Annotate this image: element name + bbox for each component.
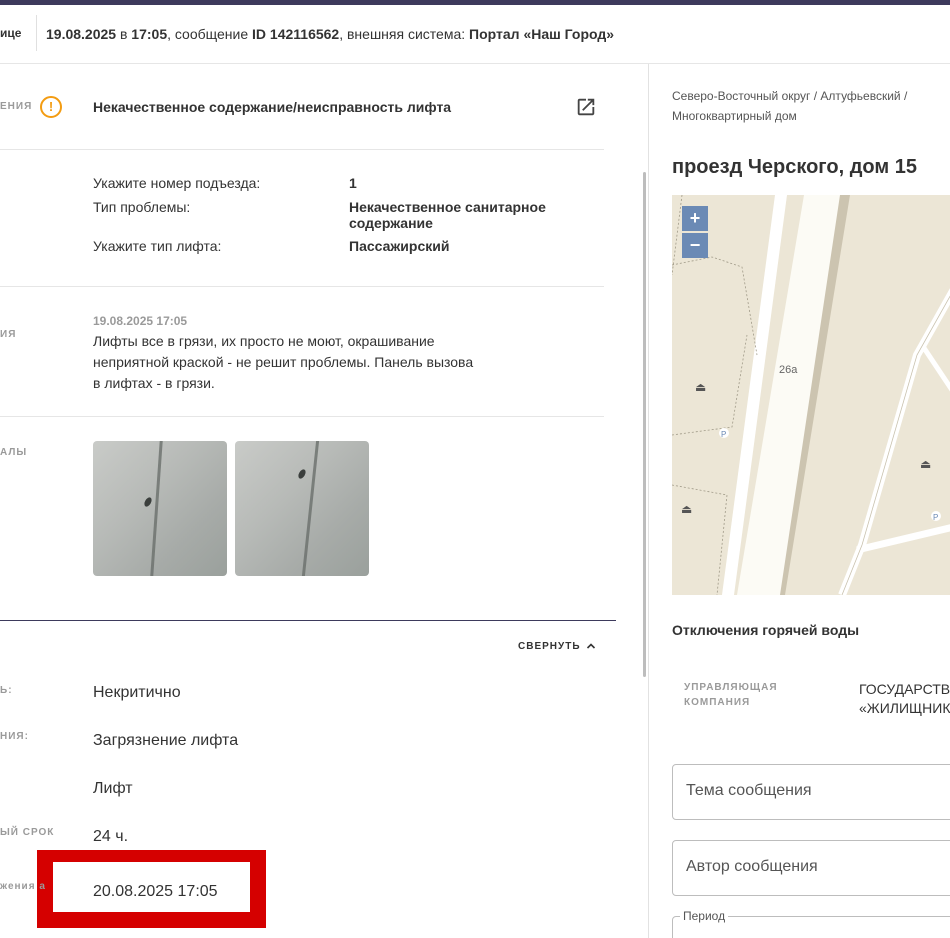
detail-label-fragment: ния: — [0, 731, 29, 742]
author-input[interactable] — [684, 857, 950, 877]
map-tiles: 26а P P ⏏ ⏏ ⏏ — [672, 195, 950, 595]
category-label-fragment: ения — [0, 101, 33, 112]
detail-value-criticality: Некритично — [93, 684, 181, 701]
management-company-label: УПРАВЛЯЮЩАЯ КОМПАНИЯ — [684, 680, 778, 710]
open-external-icon[interactable] — [575, 96, 597, 118]
svg-text:P: P — [721, 430, 726, 439]
message-info: 19.08.2025 в 17:05, сообщение ID 1421165… — [46, 26, 614, 42]
map-building-label: 26а — [779, 364, 798, 376]
highlight-label-fragment: жения а — [0, 881, 46, 892]
field-label-lift-type: Укажите тип лифта: — [93, 238, 222, 254]
message-timestamp: 19.08.2025 17:05 — [93, 314, 188, 328]
message-id-prefix: , сообщение — [167, 26, 253, 42]
svg-text:P: P — [933, 513, 938, 522]
attachment-photo[interactable] — [93, 441, 227, 576]
zoom-out-button[interactable]: − — [682, 233, 708, 258]
message-details-panel: ения ! Некачественное содержание/неиспра… — [0, 64, 616, 938]
divider — [0, 286, 604, 287]
svg-text:⏏: ⏏ — [920, 457, 931, 471]
divider — [0, 149, 604, 150]
breadcrumb-type: Многоквартирный дом — [672, 109, 797, 123]
map-view[interactable]: 26а P P ⏏ ⏏ ⏏ + − — [672, 195, 950, 595]
mc-value-line-1: ГОСУДАРСТВЕ — [859, 681, 950, 697]
detail-value-object: Лифт — [93, 780, 133, 797]
collapse-label: СВЕРНУТЬ — [518, 640, 581, 652]
highlighted-deadline-value: 20.08.2025 17:05 — [93, 883, 218, 900]
topic-field — [672, 764, 950, 820]
problem-title: Некачественное содержание/неисправность … — [93, 99, 452, 115]
topic-input[interactable] — [684, 781, 950, 801]
mc-label-line-2: КОМПАНИЯ — [684, 697, 751, 708]
message-id: ID 142116562 — [252, 26, 340, 42]
detail-value-problem: Загрязнение лифта — [93, 732, 239, 749]
svg-text:⏏: ⏏ — [695, 380, 706, 394]
header-separator — [36, 15, 37, 51]
system-prefix: , внешняя система: — [339, 26, 470, 42]
author-field — [672, 840, 950, 896]
object-info-panel: Северо-Восточный округ / Алтуфьевский / … — [649, 64, 950, 938]
scrollbar[interactable] — [643, 172, 646, 677]
detail-label-fragment: ь: — [0, 685, 13, 696]
field-label-problem-type: Тип проблемы: — [93, 199, 191, 215]
svg-text:⏏: ⏏ — [681, 502, 692, 516]
detail-label-fragment: ый срок — [0, 827, 55, 838]
external-system: Портал «Наш Город» — [469, 26, 615, 42]
mc-value-line-2: «ЖИЛИЩНИК — [859, 700, 950, 716]
field-value-problem-type: Некачественное санитарное содержание — [349, 199, 546, 231]
message-time: 17:05 — [131, 26, 168, 42]
breadcrumb-district: Северо-Восточный округ / Алтуфьевский / — [672, 89, 908, 103]
message-label-fragment: ия — [0, 329, 17, 340]
field-value-entrance: 1 — [349, 175, 357, 191]
object-address: проезд Черского, дом 15 — [672, 156, 917, 178]
management-company-value: ГОСУДАРСТВЕ «ЖИЛИЩНИК — [859, 680, 950, 718]
field-label-entrance: Укажите номер подъезда: — [93, 175, 261, 191]
field-value-lift-type: Пассажирский — [349, 238, 450, 254]
message-date: 19.08.2025 — [46, 26, 117, 42]
collapse-button[interactable]: СВЕРНУТЬ — [518, 640, 597, 652]
chevron-up-icon — [586, 643, 595, 649]
map-zoom-controls: + − — [682, 206, 708, 258]
zoom-in-button[interactable]: + — [682, 206, 708, 231]
page-header: ице 19.08.2025 в 17:05, сообщение ID 142… — [0, 5, 950, 64]
divider — [0, 416, 604, 417]
materials-label-fragment: алы — [0, 447, 28, 458]
warning-icon: ! — [40, 96, 62, 118]
hot-water-outages-title: Отключения горячей воды — [672, 622, 860, 638]
header-left-fragment: ице — [0, 26, 22, 40]
breadcrumb: Северо-Восточный округ / Алтуфьевский / … — [672, 86, 947, 126]
attachment-photo[interactable] — [235, 441, 369, 576]
message-in-word: в — [116, 26, 132, 42]
detail-value-deadline: 24 ч. — [93, 828, 129, 845]
period-label: Период — [680, 909, 729, 923]
message-text: Лифты все в грязи, их просто не моют, ок… — [93, 333, 474, 391]
section-divider — [0, 620, 616, 621]
mc-label-line-1: УПРАВЛЯЮЩАЯ — [684, 682, 778, 693]
